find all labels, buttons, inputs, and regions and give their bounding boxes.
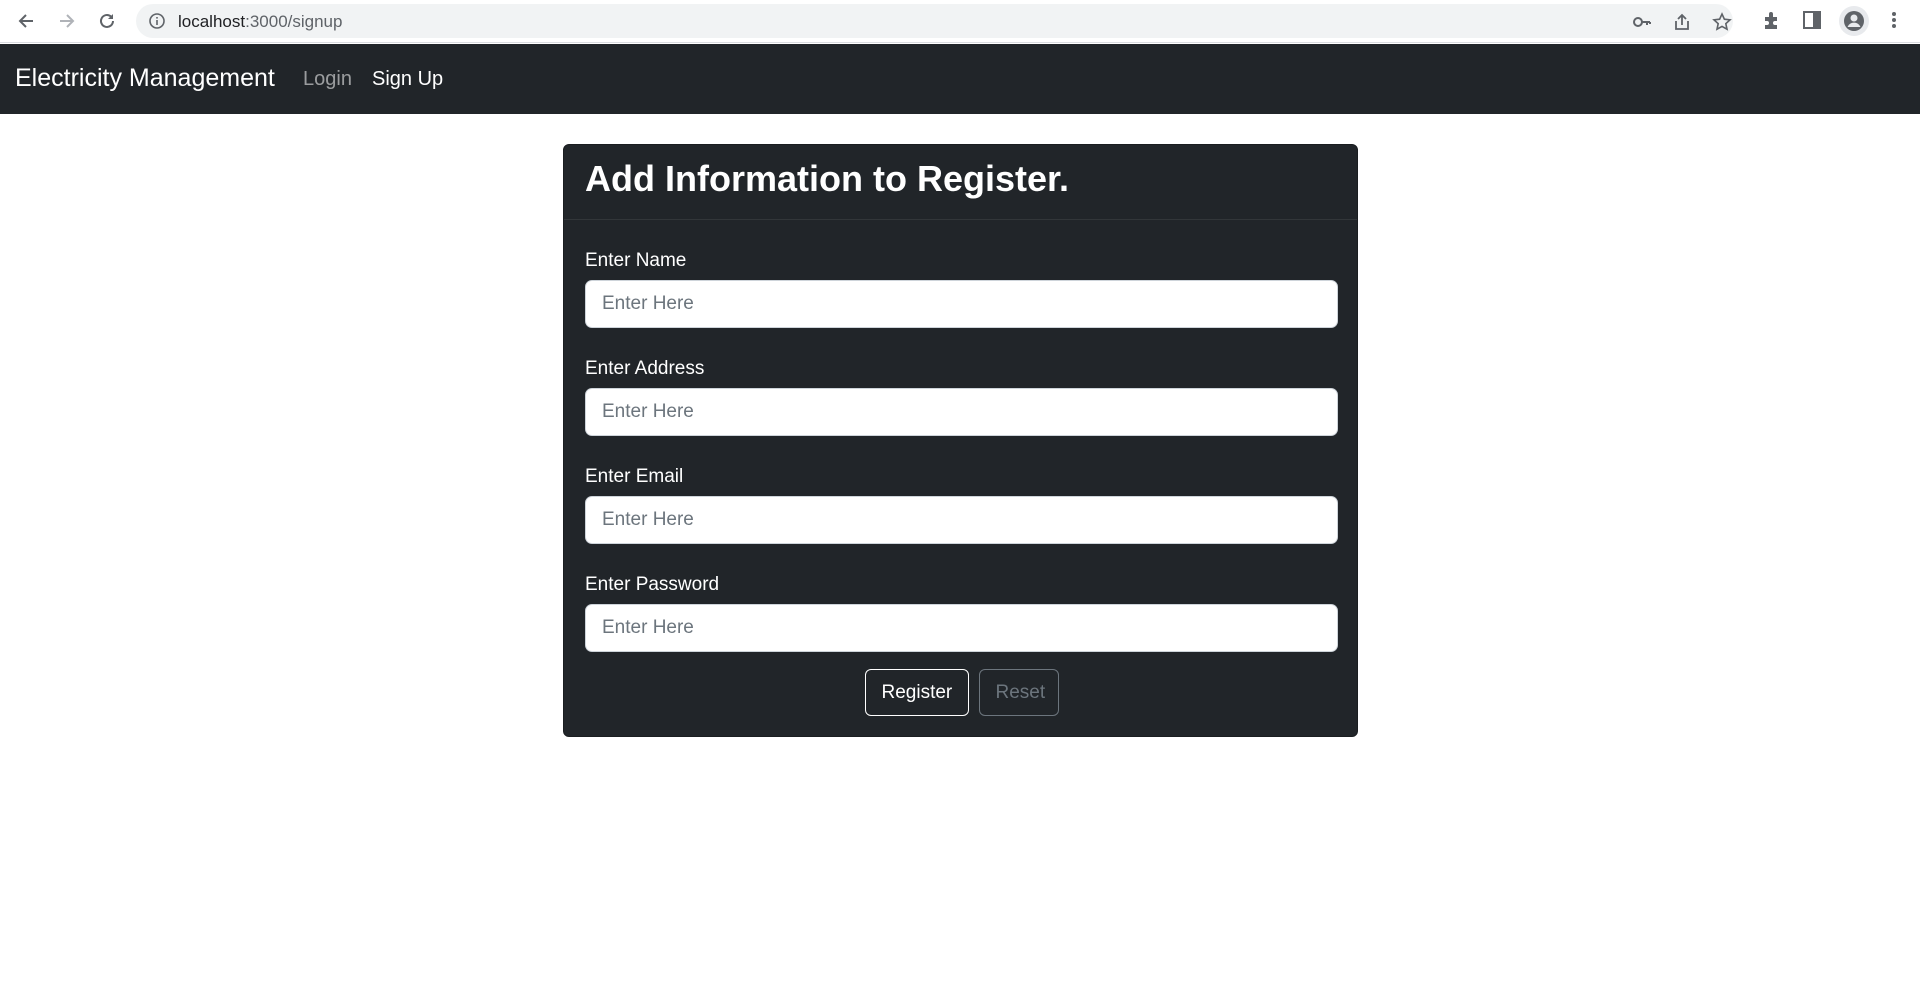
register-card: Add Information to Register. Enter Name … <box>563 144 1358 737</box>
menu-icon[interactable] <box>1883 9 1905 31</box>
password-group: Enter Password <box>585 544 1338 652</box>
address-input[interactable] <box>585 388 1338 436</box>
reload-icon <box>100 13 114 28</box>
share-icon[interactable] <box>1672 12 1692 32</box>
register-button[interactable]: Register <box>864 669 969 716</box>
star-icon[interactable] <box>1712 12 1732 32</box>
register-form: Enter Name Enter Address Enter Email Ent… <box>564 220 1357 652</box>
extensions-icon[interactable] <box>1761 9 1783 31</box>
form-actions: Register Reset <box>564 669 1359 716</box>
form-title: Add Information to Register. <box>585 158 1070 199</box>
side-panel-icon[interactable] <box>1801 9 1823 31</box>
url-text: localhost:3000/signup <box>178 12 342 32</box>
browser-toolbar: localhost:3000/signup <box>0 0 1920 43</box>
forward-icon <box>60 14 75 28</box>
url-path: :3000/signup <box>245 12 343 31</box>
nav-login-link[interactable]: Login <box>303 68 352 91</box>
card-header: Add Information to Register. <box>564 145 1357 220</box>
brand-link[interactable]: Electricity Management <box>15 64 275 93</box>
info-icon[interactable] <box>148 12 166 30</box>
app-navbar: Electricity Management Login Sign Up <box>0 44 1920 114</box>
reload-button[interactable] <box>92 6 122 36</box>
password-input[interactable] <box>585 604 1338 652</box>
nav-signup-link[interactable]: Sign Up <box>372 68 443 91</box>
name-group: Enter Name <box>585 220 1338 328</box>
address-bar[interactable]: localhost:3000/signup <box>136 4 1733 38</box>
name-label: Enter Name <box>585 250 687 271</box>
back-icon <box>18 14 33 28</box>
url-host: localhost <box>178 12 246 31</box>
profile-icon <box>1844 11 1864 31</box>
profile-button[interactable] <box>1839 6 1869 36</box>
back-button[interactable] <box>11 6 41 36</box>
email-group: Enter Email <box>585 436 1338 544</box>
password-label: Enter Password <box>585 574 720 595</box>
name-input[interactable] <box>585 280 1338 328</box>
key-icon[interactable] <box>1632 12 1652 32</box>
address-label: Enter Address <box>585 358 705 379</box>
reset-button[interactable]: Reset <box>978 669 1059 716</box>
email-input[interactable] <box>585 496 1338 544</box>
address-group: Enter Address <box>585 328 1338 436</box>
email-label: Enter Email <box>585 466 684 487</box>
forward-button[interactable] <box>52 6 82 36</box>
